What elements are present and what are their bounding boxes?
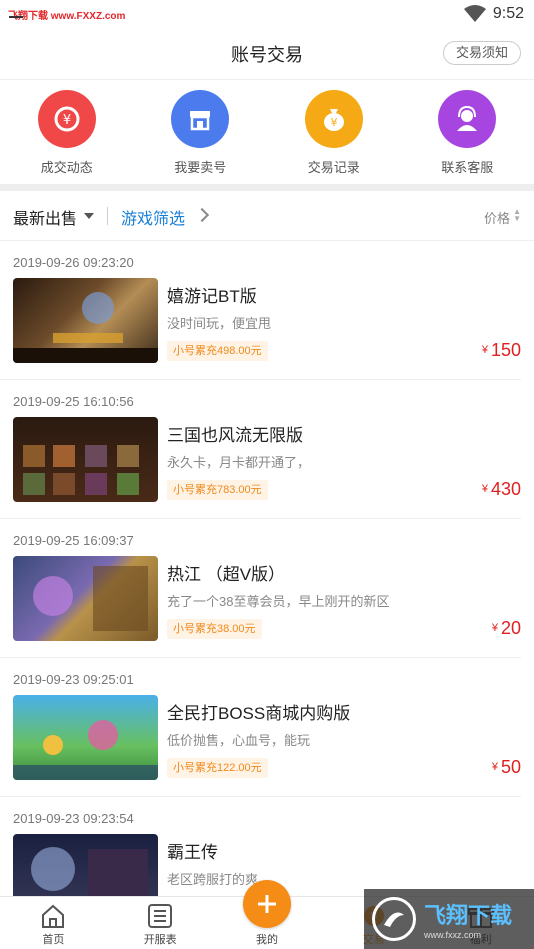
tab-label: 开服表 xyxy=(143,934,177,946)
svg-text:¥: ¥ xyxy=(330,116,337,129)
listing-game-name: 全民打BOSS商城内购版 xyxy=(167,704,351,723)
listing-game-name: 霸王传 xyxy=(167,843,218,862)
brand-watermark: 飞翔下载 www.fxxz.com xyxy=(364,889,534,949)
trade-notice-button[interactable]: 交易须知 xyxy=(442,41,521,65)
clock: 9:52 xyxy=(492,5,524,22)
listing-description: 老区跨服打的爽 xyxy=(167,872,259,887)
site-watermark: 飞翔下载 www.FXXZ.com xyxy=(8,11,126,22)
status-bar: 飞翔下载 www.FXXZ.com 9:52 xyxy=(0,0,534,28)
add-button[interactable] xyxy=(243,880,291,928)
sort-arrows-icon: ▲ ▼ xyxy=(513,207,521,223)
exchange-icon: ¥ xyxy=(37,90,96,148)
listing-description: 永久卡，月卡都开通了， xyxy=(167,455,311,470)
game-thumbnail xyxy=(13,556,158,641)
listing-date: 2019-09-26 09:23:20 xyxy=(13,255,134,270)
brand-logo-icon xyxy=(372,897,416,941)
listing-recharge-tag: 小号累充38.00元 xyxy=(167,619,262,639)
quick-action-support[interactable]: 联系客服 xyxy=(417,90,517,184)
game-thumbnail xyxy=(13,417,158,502)
home-icon xyxy=(42,904,65,928)
svg-text:¥: ¥ xyxy=(63,113,71,128)
listing-date: 2019-09-23 09:25:01 xyxy=(13,672,134,687)
listing-price: ¥150 xyxy=(481,340,521,360)
tab-label: 首页 xyxy=(42,934,65,946)
listing-recharge-tag: 小号累充783.00元 xyxy=(167,480,268,500)
brand-watermark-url: www.fxxz.com xyxy=(424,930,482,940)
quick-actions: ¥ 成交动态 我要卖号 ¥ 交易记录 联系客服 xyxy=(0,80,534,184)
shop-icon xyxy=(171,90,230,148)
listing-game-name: 嬉游记BT版 xyxy=(167,287,257,306)
add-icon xyxy=(258,895,276,913)
listing-description: 充了一个38至尊会员，早上刚开的新区 xyxy=(167,594,390,609)
quick-action-records[interactable]: ¥ 交易记录 xyxy=(284,90,384,184)
listing-description: 没时间玩，便宜甩 xyxy=(167,316,272,331)
quick-action-label: 我要卖号 xyxy=(174,160,227,175)
list-icon xyxy=(148,904,173,928)
listing-recharge-tag: 小号累充498.00元 xyxy=(167,341,268,361)
page-header: 账号交易 交易须知 xyxy=(0,28,534,80)
listing-price: ¥20 xyxy=(491,618,521,638)
tab-server-list[interactable]: 开服表 xyxy=(107,897,214,949)
listing-game-name: 热江 （超V版） xyxy=(167,565,286,584)
listing-item[interactable]: 2019-09-23 09:25:01 全民打BOSS商城内购版 低价抛售，心血… xyxy=(0,658,521,797)
listing-item[interactable]: 2019-09-25 16:09:37 热江 （超V版） 充了一个38至尊会员，… xyxy=(0,519,521,658)
game-filter-link[interactable]: 游戏筛选 xyxy=(121,205,185,229)
tab-label: 我的 xyxy=(255,934,278,946)
listing-item[interactable]: 2019-09-26 09:23:20 嬉游记BT版 没时间玩，便宜甩 小号累充… xyxy=(0,241,521,380)
chevron-right-icon xyxy=(194,207,210,223)
listing-item[interactable]: 2019-09-25 16:10:56 三国也风流无限版 永久卡，月卡都开通了，… xyxy=(0,380,521,519)
price-sort-button[interactable]: 价格 xyxy=(484,208,510,227)
listing-game-name: 三国也风流无限版 xyxy=(167,426,303,445)
menu-glyph-icon xyxy=(9,16,23,18)
triangle-down-icon xyxy=(84,213,94,219)
brand-watermark-title: 飞翔下载 xyxy=(424,903,513,928)
quick-action-label: 成交动态 xyxy=(40,160,93,175)
game-thumbnail xyxy=(13,278,158,363)
wifi-icon xyxy=(464,5,486,22)
tab-home[interactable]: 首页 xyxy=(0,897,107,949)
listing-date: 2019-09-25 16:10:56 xyxy=(13,394,134,409)
quick-action-sell[interactable]: 我要卖号 xyxy=(150,90,250,184)
latest-sort-dropdown[interactable]: 最新出售 xyxy=(13,205,77,229)
listing-price: ¥50 xyxy=(491,757,521,777)
listing-list: 2019-09-26 09:23:20 嬉游记BT版 没时间玩，便宜甩 小号累充… xyxy=(0,241,534,936)
listing-recharge-tag: 小号累充122.00元 xyxy=(167,758,268,778)
quick-action-label: 交易记录 xyxy=(307,160,360,175)
quick-action-deals[interactable]: ¥ 成交动态 xyxy=(17,90,117,184)
quick-action-label: 联系客服 xyxy=(441,160,494,175)
listing-date: 2019-09-25 16:09:37 xyxy=(13,533,134,548)
game-thumbnail xyxy=(13,695,158,780)
support-agent-icon xyxy=(438,90,497,148)
listing-description: 低价抛售，心血号，能玩 xyxy=(167,733,311,748)
listing-date: 2019-09-23 09:23:54 xyxy=(13,811,134,826)
section-divider xyxy=(0,184,534,191)
moneybag-icon: ¥ xyxy=(304,90,363,148)
filter-divider xyxy=(107,207,108,225)
filter-bar: 最新出售 游戏筛选 价格 ▲ ▼ xyxy=(0,191,534,241)
listing-price: ¥430 xyxy=(481,479,521,499)
